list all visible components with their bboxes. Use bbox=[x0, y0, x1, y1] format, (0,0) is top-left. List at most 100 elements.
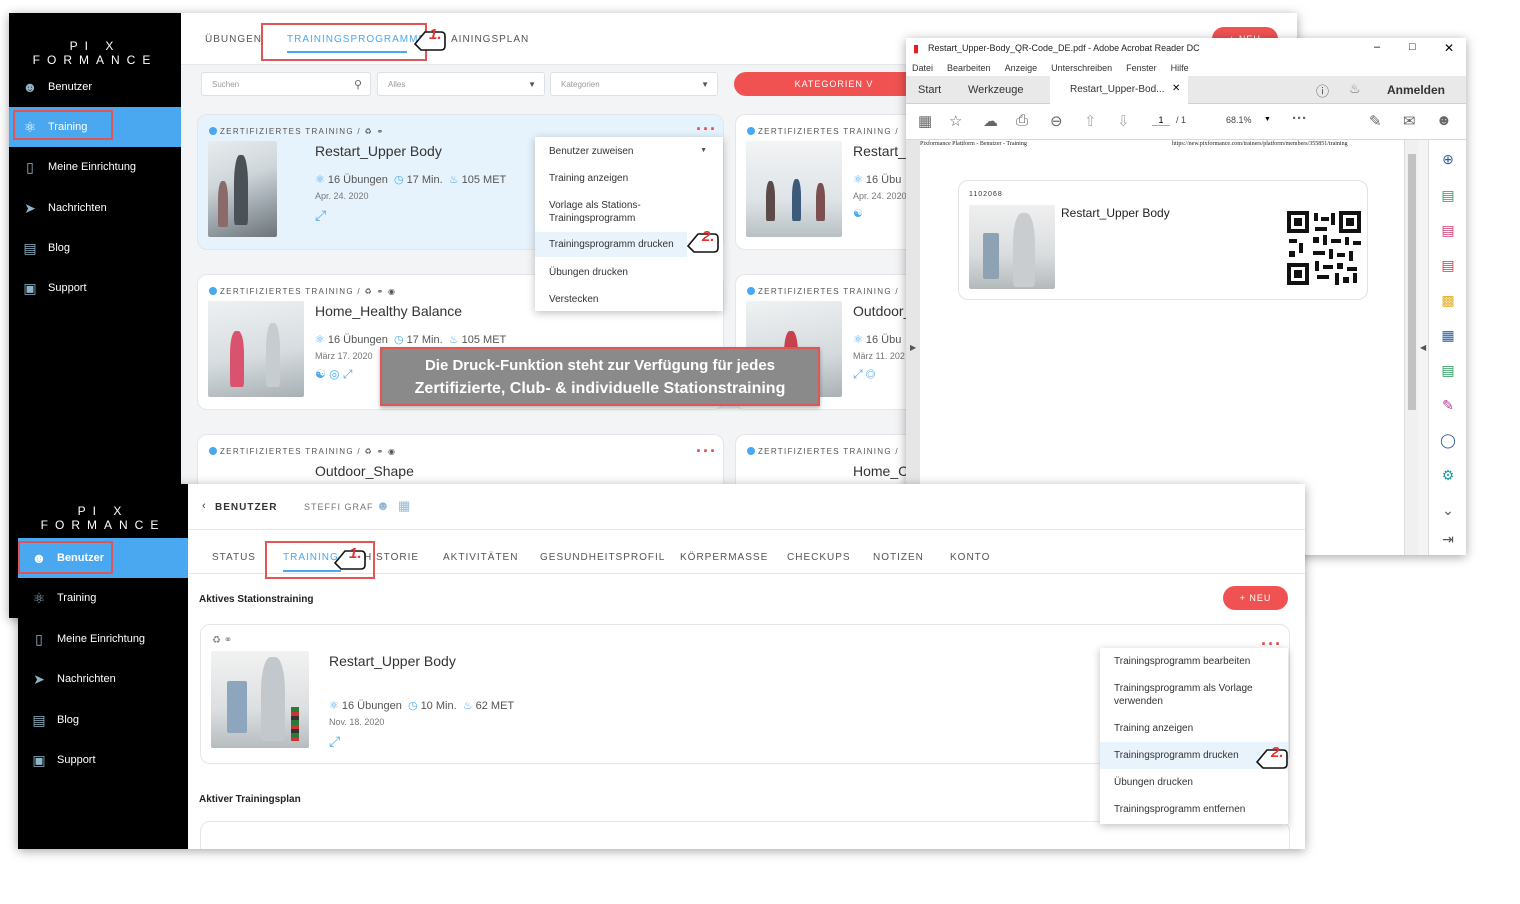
print-icon[interactable]: ⎙ bbox=[1016, 112, 1028, 129]
sidebar-item-blog[interactable]: ▤ Blog bbox=[18, 700, 188, 740]
program-title: Outdoor_Shape bbox=[315, 463, 414, 479]
combine-files-icon[interactable]: ▦ bbox=[1439, 326, 1457, 344]
sign-pen-icon[interactable]: ✎ bbox=[1369, 112, 1382, 130]
tab-werkzeuge[interactable]: Werkzeuge bbox=[968, 84, 1023, 96]
user-group-icon[interactable]: ☻ bbox=[376, 498, 390, 513]
menu-show-training[interactable]: Training anzeigen bbox=[1100, 722, 1288, 735]
page-down-icon[interactable]: ⇩ bbox=[1117, 112, 1130, 130]
menu-datei[interactable]: Datei bbox=[912, 63, 933, 73]
tab-koerpermasse[interactable]: KÖRPERMASSE bbox=[680, 552, 768, 563]
sidebar-item-einrichtung[interactable]: ▯ Meine Einrichtung bbox=[18, 619, 188, 659]
page-number-input[interactable]: 1 bbox=[1152, 115, 1170, 126]
menu-show-training[interactable]: Training anzeigen bbox=[535, 172, 723, 185]
filter-categories-select[interactable]: Kategorien ▼ bbox=[550, 72, 718, 96]
menu-station-template-line2[interactable]: Trainingsprogramm bbox=[535, 212, 723, 225]
sidebar-item-training[interactable]: ⚛ Training bbox=[18, 578, 188, 618]
sign-in-button[interactable]: Anmelden bbox=[1387, 83, 1445, 97]
menu-unterschreiben[interactable]: Unterschreiben bbox=[1051, 63, 1112, 73]
upload-icon[interactable]: ☁ bbox=[983, 112, 998, 130]
collapse-panel-icon[interactable]: ⇥ bbox=[1439, 530, 1457, 548]
user-header: ‹ BENUTZER STEFFI GRAF ☻ ▦ bbox=[188, 484, 1305, 530]
tab-checkups[interactable]: CHECKUPS bbox=[787, 552, 851, 563]
bell-icon[interactable]: ♨ bbox=[1349, 81, 1361, 97]
categories-button[interactable]: KATEGORIEN V bbox=[734, 72, 934, 96]
tab-notizen[interactable]: NOTIZEN bbox=[873, 552, 924, 563]
menu-fenster[interactable]: Fenster bbox=[1126, 63, 1157, 73]
filter-all-select[interactable]: Alles ▼ bbox=[377, 72, 545, 96]
scrollbar-thumb[interactable] bbox=[1408, 154, 1416, 410]
tab-document[interactable]: Restart_Upper-Bod... ✕ bbox=[1050, 76, 1188, 104]
tab-gesundheitsprofil[interactable]: GESUNDHEITSPROFIL bbox=[540, 552, 665, 563]
menu-print-program[interactable]: Trainingsprogramm drucken bbox=[535, 232, 687, 257]
tab-trainingsplan[interactable]: AININGSPLAN bbox=[451, 34, 529, 45]
chevron-down-icon: ▼ bbox=[701, 79, 709, 89]
add-user-icon[interactable]: ☻ bbox=[1436, 112, 1452, 129]
save-icon[interactable]: ▦ bbox=[918, 112, 932, 130]
menu-remove-program[interactable]: Trainingsprogramm entfernen bbox=[1100, 803, 1288, 816]
menu-station-template-line1[interactable]: Vorlage als Stations- bbox=[535, 199, 723, 212]
tab-konto[interactable]: KONTO bbox=[950, 552, 990, 563]
user-name: STEFFI GRAF bbox=[304, 502, 374, 512]
more-options-button[interactable]: ··· bbox=[1261, 635, 1282, 653]
expand-icon[interactable]: ⤢ bbox=[315, 207, 326, 224]
menu-bearbeiten[interactable]: Bearbeiten bbox=[947, 63, 991, 73]
vertical-scrollbar[interactable] bbox=[1404, 140, 1418, 555]
sidebar-item-einrichtung[interactable]: ▯ Meine Einrichtung bbox=[9, 147, 181, 187]
star-icon[interactable]: ☆ bbox=[949, 112, 962, 130]
sidebar-item-support[interactable]: ▣ Support bbox=[9, 268, 181, 308]
create-pdf-icon[interactable]: ▤ bbox=[1439, 256, 1457, 274]
right-panel-toggle[interactable]: ◀ bbox=[1418, 140, 1428, 555]
organize-pages-icon[interactable]: ▤ bbox=[1439, 221, 1457, 239]
minimize-icon[interactable]: – bbox=[1374, 41, 1380, 53]
zoom-out-icon[interactable]: ⊖ bbox=[1050, 112, 1063, 130]
fill-sign-icon[interactable]: ✎ bbox=[1439, 396, 1457, 414]
protect-icon[interactable]: ◯ bbox=[1439, 431, 1457, 449]
mail-icon[interactable]: ✉ bbox=[1403, 112, 1416, 130]
chevron-right-icon: ▶ bbox=[910, 343, 917, 352]
tab-status[interactable]: STATUS bbox=[212, 552, 256, 563]
close-icon[interactable]: ✕ bbox=[1444, 41, 1454, 55]
new-button[interactable]: + NEU bbox=[1223, 586, 1288, 610]
tab-uebungen[interactable]: ÜBUNGEN bbox=[205, 34, 262, 45]
menu-anzeige[interactable]: Anzeige bbox=[1005, 63, 1038, 73]
sidebar-item-nachrichten[interactable]: ➤ Nachrichten bbox=[9, 188, 181, 228]
sidebar-item-support[interactable]: ▣ Support bbox=[18, 740, 188, 780]
zoom-in-icon[interactable]: ⊕ bbox=[1439, 150, 1457, 168]
export-pdf-icon[interactable]: ▤ bbox=[1439, 186, 1457, 204]
menu-print-exercises[interactable]: Übungen drucken bbox=[535, 266, 723, 279]
more-tools-icon[interactable]: ··· bbox=[1292, 110, 1307, 127]
pixformance-logo: PI X FORMANCE bbox=[32, 39, 158, 67]
menu-hilfe[interactable]: Hilfe bbox=[1171, 63, 1189, 73]
calendar-icon[interactable]: ▦ bbox=[398, 498, 410, 514]
help-icon[interactable]: ⓘ bbox=[1316, 81, 1329, 100]
step-1-pointer-icon: 1. bbox=[333, 543, 367, 573]
sidebar-item-benutzer[interactable]: ☻ Benutzer bbox=[9, 67, 181, 107]
expand-tools-icon[interactable]: ⌄ bbox=[1439, 501, 1457, 519]
menu-assign-user[interactable]: Benutzer zuweisen bbox=[535, 145, 723, 158]
sidebar-item-nachrichten[interactable]: ➤ Nachrichten bbox=[18, 659, 188, 699]
breadcrumb-benutzer[interactable]: BENUTZER bbox=[215, 502, 277, 513]
pdf-file-icon: ▮ bbox=[913, 43, 920, 55]
sidebar-item-blog[interactable]: ▤ Blog bbox=[9, 228, 181, 268]
send-review-icon[interactable]: ⚙ bbox=[1439, 466, 1457, 484]
compress-icon[interactable]: ▤ bbox=[1439, 361, 1457, 379]
menu-print-exercises[interactable]: Übungen drucken bbox=[1100, 776, 1288, 789]
more-options-button[interactable]: ··· bbox=[696, 120, 717, 138]
expand-icon[interactable]: ⤢ bbox=[329, 733, 340, 750]
tab-aktivitaeten[interactable]: AKTIVITÄTEN bbox=[443, 552, 518, 563]
exercises-icon: ⚛ bbox=[315, 334, 325, 346]
page-up-icon[interactable]: ⇧ bbox=[1084, 112, 1097, 130]
menu-use-template-line1[interactable]: Trainingsprogramm als Vorlage bbox=[1100, 682, 1288, 695]
menu-use-template-line2[interactable]: verwenden bbox=[1100, 695, 1288, 708]
back-chevron-icon[interactable]: ‹ bbox=[202, 500, 206, 512]
tab-start[interactable]: Start bbox=[918, 84, 941, 96]
menu-edit-program[interactable]: Trainingsprogramm bearbeiten bbox=[1100, 655, 1288, 668]
close-tab-icon[interactable]: ✕ bbox=[1172, 83, 1180, 94]
menu-hide[interactable]: Verstecken bbox=[535, 293, 723, 306]
zoom-select[interactable]: 68.1% bbox=[1226, 115, 1252, 125]
more-options-button[interactable]: ··· bbox=[696, 442, 717, 460]
acrobat-right-toolbar: ⊕ ▤ ▤ ▤ ▩ ▦ ▤ ✎ ◯ ⚙ ⌄ ⇥ bbox=[1428, 140, 1466, 555]
comment-icon[interactable]: ▩ bbox=[1439, 291, 1457, 309]
maximize-icon[interactable]: □ bbox=[1409, 41, 1416, 53]
search-input[interactable]: Suchen ⚲ bbox=[201, 72, 371, 96]
